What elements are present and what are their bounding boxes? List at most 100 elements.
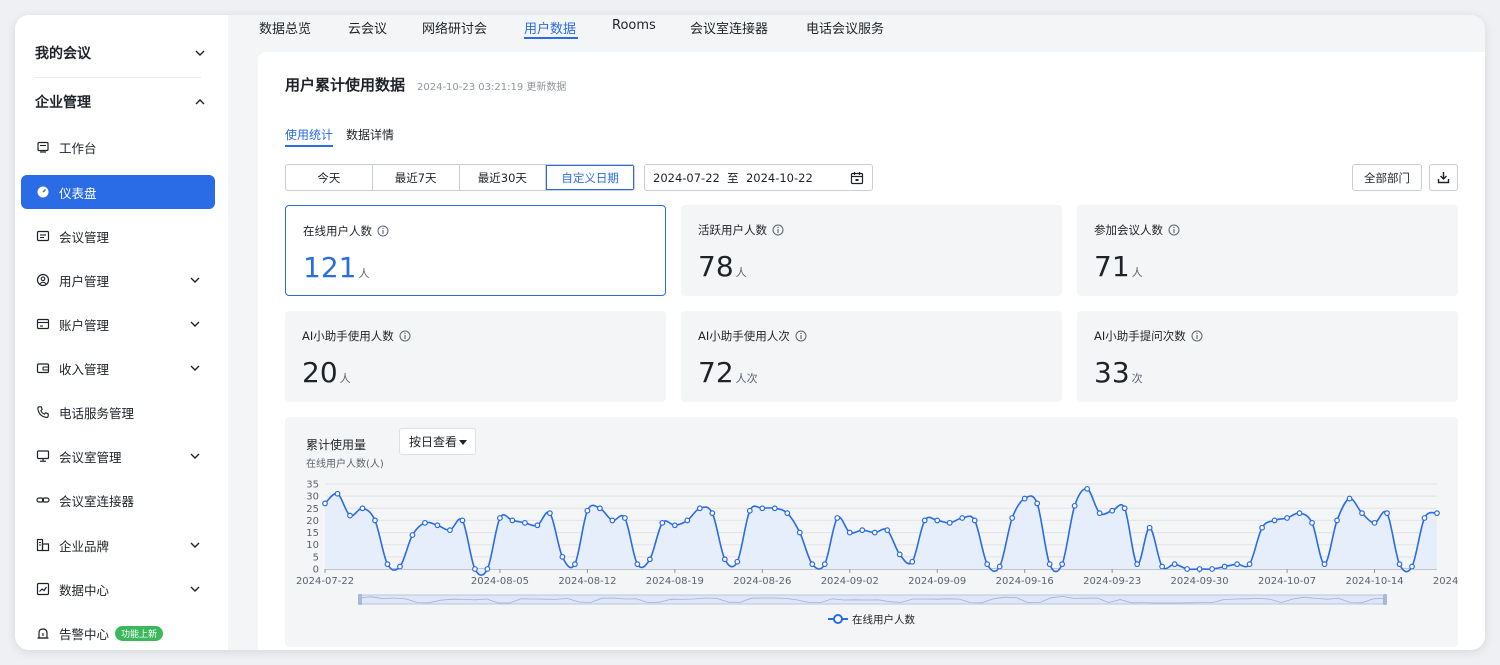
x-tick-label: 2024-08-26 — [733, 576, 791, 587]
data-point — [921, 517, 928, 524]
subtab-data-details[interactable]: 数据详情 — [346, 126, 394, 143]
data-point — [996, 563, 1003, 570]
data-point — [571, 561, 578, 568]
info-icon[interactable] — [795, 330, 807, 342]
download-icon — [1437, 172, 1450, 184]
date-range-picker[interactable]: 2024-07-22 至 2024-10-22 — [644, 164, 873, 191]
data-point — [1409, 563, 1415, 570]
sidebar-item-8[interactable]: 会议室管理 — [21, 439, 215, 473]
tab-overview[interactable]: 数据总览 — [259, 18, 311, 37]
tab-webinar[interactable]: 网络研讨会 — [422, 18, 487, 37]
sidebar-item-label: 告警中心 — [59, 626, 110, 642]
data-point — [1334, 517, 1340, 524]
sidebar-group-my-meetings[interactable]: 我的会议 — [35, 33, 208, 73]
stat-card-2[interactable]: 活跃用户人数 78 人 — [681, 205, 1062, 296]
top-nav: 数据总览 云会议 网络研讨会 用户数据 Rooms 会议室连接器 电话会议服务 — [228, 15, 1485, 40]
brand-icon — [35, 537, 51, 553]
data-point — [1421, 515, 1428, 521]
data-point — [1396, 561, 1403, 568]
sidebar-item-2[interactable]: 仪表盘 — [21, 175, 215, 209]
data-point — [409, 532, 416, 538]
data-point — [1046, 561, 1053, 568]
y-axis-label: 在线用户人数(人) — [306, 457, 384, 470]
sidebar-item-label: 企业品牌 — [59, 538, 110, 554]
sidebar-group-label: 企业管理 — [35, 95, 91, 111]
data-point — [384, 561, 391, 568]
x-tick-label: 2024-08-12 — [558, 576, 616, 587]
stat-card-6[interactable]: AI小助手提问次数 33 次 — [1077, 311, 1458, 402]
stat-card-3[interactable]: 参加会议人数 71 人 — [1077, 205, 1458, 296]
stat-card-1[interactable]: 在线用户人数 121 人 — [285, 205, 666, 296]
chevron-down-icon — [192, 45, 208, 61]
active-tab-indicator — [524, 37, 578, 39]
sidebar-item-11[interactable]: 数据中心 — [21, 572, 215, 606]
stat-card-4[interactable]: AI小助手使用人数 20 人 — [285, 311, 666, 402]
download-button[interactable] — [1429, 164, 1458, 191]
chevron-up-icon — [192, 94, 208, 110]
data-point — [1096, 510, 1103, 517]
phone-icon — [35, 404, 51, 420]
data-point — [459, 517, 466, 524]
info-icon[interactable] — [1168, 224, 1180, 236]
legend-label: 在线用户人数 — [852, 613, 915, 626]
info-icon[interactable] — [377, 225, 389, 237]
sidebar: 我的会议 企业管理 工作台仪表盘会议管理用户管理账户管理收入管理电话服务管理 会议… — [15, 15, 228, 650]
tab-cloud-meeting[interactable]: 云会议 — [348, 18, 387, 37]
data-point — [546, 510, 553, 517]
info-icon[interactable] — [399, 330, 411, 342]
x-tick-label: 2024-08-19 — [646, 576, 704, 587]
data-point — [334, 490, 341, 497]
stat-card-5[interactable]: AI小助手使用人次 72 人次 — [681, 311, 1062, 402]
sidebar-item-10[interactable]: 企业品牌 — [21, 528, 215, 562]
range-last-30-days[interactable]: 最近30天 — [460, 165, 547, 190]
data-point — [1121, 505, 1128, 512]
date-range-value: 2024-07-22 至 2024-10-22 — [653, 170, 813, 185]
info-icon[interactable] — [1191, 330, 1203, 342]
chevron-down-icon — [187, 448, 203, 464]
sidebar-item-9[interactable]: 会议室连接器 — [21, 483, 215, 517]
zoom-slider-handle-right — [1383, 594, 1387, 605]
x-tick-label: 2024-08-05 — [471, 576, 529, 587]
x-tick-label: 2024-10-14 — [1345, 576, 1403, 587]
sidebar-item-4[interactable]: 用户管理 — [21, 263, 215, 297]
range-custom[interactable]: 自定义日期 — [546, 165, 634, 190]
data-point — [1384, 510, 1390, 517]
info-icon[interactable] — [772, 224, 784, 236]
data-point — [472, 566, 478, 572]
sidebar-item-3[interactable]: 会议管理 — [21, 219, 215, 253]
x-tick-label: 2024-10-22 — [1433, 576, 1458, 587]
data-point — [1321, 561, 1328, 568]
y-tick-label: 30 — [306, 492, 319, 503]
sidebar-item-6[interactable]: 收入管理 — [21, 351, 215, 385]
stat-card-number: 20 — [302, 356, 338, 389]
data-point — [746, 507, 753, 514]
stat-card-title-text: AI小助手提问次数 — [1094, 329, 1186, 343]
link-icon — [35, 492, 51, 508]
subtab-usage-stats[interactable]: 使用统计 — [285, 126, 333, 143]
main-content: 用户累计使用数据 2024-10-23 03:21:19 更新数据 使用统计 数… — [258, 52, 1485, 650]
meeting-list-icon — [35, 228, 51, 244]
stat-card-title-text: AI小助手使用人数 — [302, 329, 394, 343]
tab-room-connector[interactable]: 会议室连接器 — [690, 18, 768, 37]
data-point — [1184, 566, 1191, 572]
sidebar-item-12[interactable]: 告警中心 功能上新 — [21, 616, 215, 650]
range-last-7-days[interactable]: 最近7天 — [373, 165, 460, 190]
data-point — [1234, 561, 1240, 568]
date-range-selector: 今天 最近7天 最近30天 自定义日期 — [285, 164, 635, 191]
sidebar-item-5[interactable]: 账户管理 — [21, 307, 215, 341]
data-point — [372, 517, 378, 524]
data-point — [971, 517, 978, 524]
data-point — [721, 556, 728, 563]
data-point — [959, 515, 966, 521]
sidebar-item-1[interactable]: 工作台 — [21, 130, 215, 164]
sidebar-item-7[interactable]: 电话服务管理 — [21, 395, 215, 429]
department-filter-button[interactable]: 全部部门 — [1352, 164, 1422, 191]
tab-phone-service[interactable]: 电话会议服务 — [806, 18, 884, 37]
app-window: 我的会议 企业管理 工作台 仪表盘 会议管理 用户管理 账户管理 收入管理 电话服务管理 会议… — [15, 15, 1485, 650]
tab-user-data[interactable]: 用户数据 — [524, 18, 576, 37]
sidebar-group-enterprise[interactable]: 企业管理 — [35, 82, 208, 122]
range-today[interactable]: 今天 — [286, 165, 373, 190]
tab-rooms[interactable]: Rooms — [612, 18, 656, 33]
data-point — [1171, 561, 1178, 568]
data-point — [784, 510, 791, 517]
